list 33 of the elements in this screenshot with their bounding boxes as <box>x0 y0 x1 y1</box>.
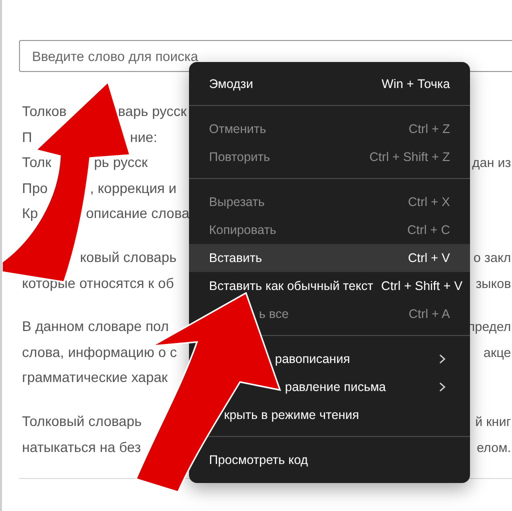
body-text: дан из <box>472 154 511 172</box>
body-text: елом. <box>476 438 511 457</box>
menu-item[interactable]: Просмотреть код <box>209 453 308 467</box>
body-text: натыкаться на без <box>22 438 141 457</box>
body-text: П <box>22 128 32 147</box>
body-text: грамматические харак <box>22 368 168 388</box>
body-text: й книг <box>475 412 511 431</box>
body-text: описание слова <box>86 204 190 224</box>
body-text: , коррекция и <box>90 178 176 198</box>
body-text: рь русск <box>94 153 148 172</box>
menu-item[interactable]: Вставить Ctrl + V <box>189 244 470 272</box>
body-text: варь русск <box>118 102 187 121</box>
shortcut-text: Ctrl + A <box>408 307 450 321</box>
menu-item[interactable]: крыть в режиме чтения <box>224 408 360 422</box>
menu-item[interactable]: равописания <box>275 352 350 366</box>
body-text: о закл <box>474 248 511 267</box>
body-text: В данном словаре пол <box>22 317 169 336</box>
body-text: зыков <box>476 274 511 293</box>
body-text: ковый словарь <box>80 248 177 267</box>
menu-item[interactable]: равление письма <box>285 380 386 394</box>
body-text: ние: <box>130 128 158 147</box>
body-text: которые относятся к об <box>22 274 174 293</box>
chevron-right-icon <box>439 354 446 364</box>
body-text: слова, информацию о с <box>22 342 177 362</box>
body-text: Толковый словарь <box>22 412 142 431</box>
body-text: Толков <box>22 102 67 121</box>
body-text: Про <box>22 178 48 198</box>
chevron-right-icon <box>439 382 446 392</box>
menu-item[interactable]: Эмодзи Win + Точка <box>189 70 470 98</box>
menu-item[interactable]: Вставить как обычный текст Ctrl + Shift + V <box>189 272 470 300</box>
body-text: акце <box>484 344 511 362</box>
body-text: Кр <box>22 204 38 224</box>
body-text: Толк <box>22 153 52 172</box>
